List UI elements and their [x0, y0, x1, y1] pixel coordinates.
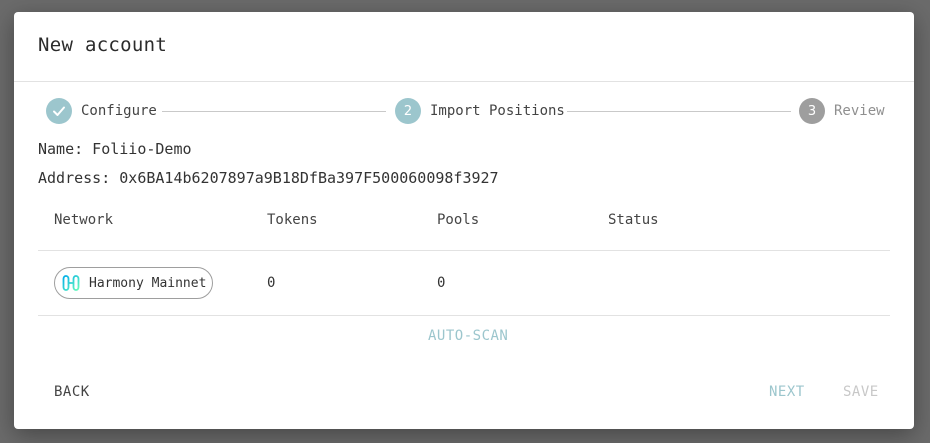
harmony-logo-icon: [61, 273, 81, 293]
pools-count: 0: [437, 275, 446, 291]
column-header-network: Network: [54, 212, 114, 228]
network-name: Harmony Mainnet: [89, 275, 207, 291]
header-divider: [38, 250, 890, 251]
back-button[interactable]: BACK: [54, 384, 90, 400]
tokens-count: 0: [267, 275, 276, 291]
next-button[interactable]: NEXT: [769, 384, 805, 400]
step-label: Configure: [81, 103, 157, 119]
dialog-title: New account: [38, 34, 168, 56]
auto-scan-button[interactable]: AUTO-SCAN: [428, 328, 508, 344]
step-connector: [162, 111, 386, 112]
column-header-pools: Pools: [437, 212, 480, 228]
account-address: Address: 0x6BA14b6207897a9B18DfBa397F500…: [38, 169, 499, 187]
column-header-tokens: Tokens: [267, 212, 318, 228]
network-chip[interactable]: Harmony Mainnet: [54, 267, 213, 299]
save-button[interactable]: SAVE: [843, 384, 879, 400]
step-review[interactable]: 3 Review: [799, 98, 885, 124]
step-number: 3: [799, 98, 825, 124]
step-import-positions[interactable]: 2 Import Positions: [395, 98, 565, 124]
new-account-dialog: New account Configure 2 Import Positions…: [14, 12, 914, 429]
column-header-status: Status: [608, 212, 659, 228]
row-divider: [38, 315, 890, 316]
step-label: Import Positions: [430, 103, 565, 119]
step-configure[interactable]: Configure: [46, 98, 157, 124]
step-number: 2: [395, 98, 421, 124]
step-label: Review: [834, 103, 885, 119]
check-icon: [46, 98, 72, 124]
title-divider: [14, 81, 914, 82]
account-name: Name: Foliio-Demo: [38, 140, 192, 158]
step-connector: [567, 111, 791, 112]
